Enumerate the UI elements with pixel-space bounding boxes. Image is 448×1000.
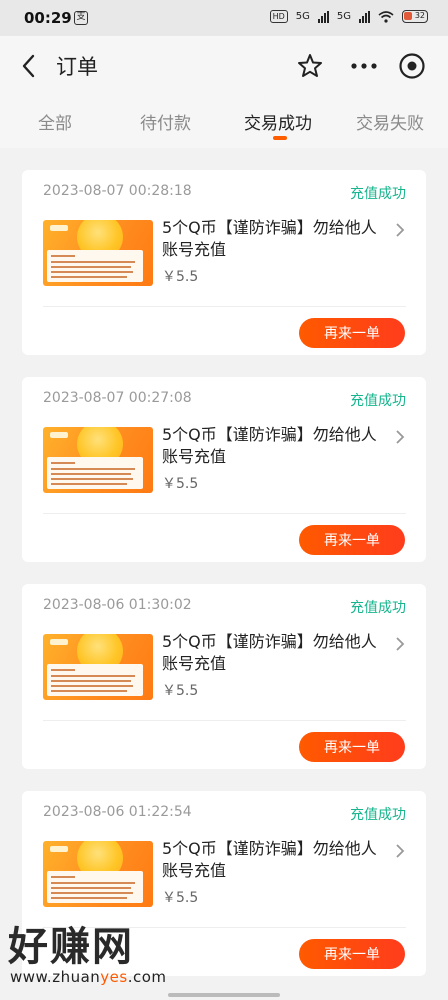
order-price: ￥5.5	[162, 269, 199, 285]
tab-pending-payment[interactable]: 待付款	[140, 109, 191, 134]
product-thumbnail	[43, 220, 153, 286]
order-date: 2023-08-07 00:28:18	[43, 183, 192, 199]
reorder-button[interactable]: 再来一单	[299, 525, 405, 555]
order-tabs: 全部 待付款 交易成功 交易失败	[0, 96, 448, 148]
page-title: 订单	[56, 55, 98, 79]
order-date: 2023-08-06 01:30:02	[43, 597, 192, 613]
order-card[interactable]: 2023-08-07 00:28:18 充值成功 5个Q币【谨防诈骗】勿给他人账…	[22, 170, 426, 355]
order-status: 充值成功	[350, 186, 406, 202]
divider	[43, 306, 406, 307]
status-indicators: HD 5G 5G 32	[269, 10, 428, 23]
product-name: 5个Q币【谨防诈骗】勿给他人账号充值	[162, 839, 377, 880]
watermark: 好赚网 www.zhuanyes.com	[8, 914, 198, 994]
status-bar: 00:29 支 HD 5G 5G 32	[0, 0, 448, 36]
order-price: ￥5.5	[162, 683, 199, 699]
wifi-icon	[378, 10, 394, 23]
watermark-url: www.zhuanyes.com	[10, 968, 167, 986]
order-card[interactable]: 2023-08-07 00:27:08 充值成功 5个Q币【谨防诈骗】勿给他人账…	[22, 377, 426, 562]
order-price: ￥5.5	[162, 890, 199, 906]
reorder-button[interactable]: 再来一单	[299, 318, 405, 348]
battery-icon: 32	[402, 10, 428, 23]
nav-header: 订单	[0, 36, 448, 96]
product-thumbnail	[43, 841, 153, 907]
order-status: 充值成功	[350, 393, 406, 409]
product-name: 5个Q币【谨防诈骗】勿给他人账号充值	[162, 425, 377, 466]
divider	[43, 513, 406, 514]
order-status: 充值成功	[350, 600, 406, 616]
active-tab-indicator	[273, 136, 287, 140]
watermark-logo: 好赚网	[8, 924, 134, 970]
order-card[interactable]: 2023-08-06 01:30:02 充值成功 5个Q币【谨防诈骗】勿给他人账…	[22, 584, 426, 769]
divider	[43, 720, 406, 721]
signal-icon	[317, 10, 329, 23]
reorder-button[interactable]: 再来一单	[299, 939, 405, 969]
network-label-2: 5G	[336, 11, 351, 22]
more-icon[interactable]	[348, 52, 380, 80]
chevron-right-icon[interactable]	[394, 636, 406, 652]
home-indicator[interactable]	[168, 993, 280, 997]
reorder-button[interactable]: 再来一单	[299, 732, 405, 762]
product-name: 5个Q币【谨防诈骗】勿给他人账号充值	[162, 632, 377, 673]
signal-icon-2	[359, 10, 370, 23]
order-date: 2023-08-07 00:27:08	[43, 390, 192, 406]
tab-all[interactable]: 全部	[38, 109, 72, 134]
status-time: 00:29	[24, 9, 72, 27]
alipay-notification-icon: 支	[74, 11, 88, 25]
product-name: 5个Q币【谨防诈骗】勿给他人账号充值	[162, 218, 377, 259]
order-status: 充值成功	[350, 807, 406, 823]
star-icon[interactable]	[296, 52, 324, 80]
back-icon[interactable]	[16, 52, 44, 80]
tab-success[interactable]: 交易成功	[244, 109, 312, 134]
order-price: ￥5.5	[162, 476, 199, 492]
network-label-1: 5G	[295, 11, 310, 22]
order-date: 2023-08-06 01:22:54	[43, 804, 192, 820]
chevron-right-icon[interactable]	[394, 222, 406, 238]
product-thumbnail	[43, 634, 153, 700]
chevron-right-icon[interactable]	[394, 843, 406, 859]
tab-failed[interactable]: 交易失败	[356, 109, 424, 134]
chevron-right-icon[interactable]	[394, 429, 406, 445]
target-icon[interactable]	[398, 52, 426, 80]
product-thumbnail	[43, 427, 153, 493]
hd-badge: HD	[269, 10, 288, 23]
